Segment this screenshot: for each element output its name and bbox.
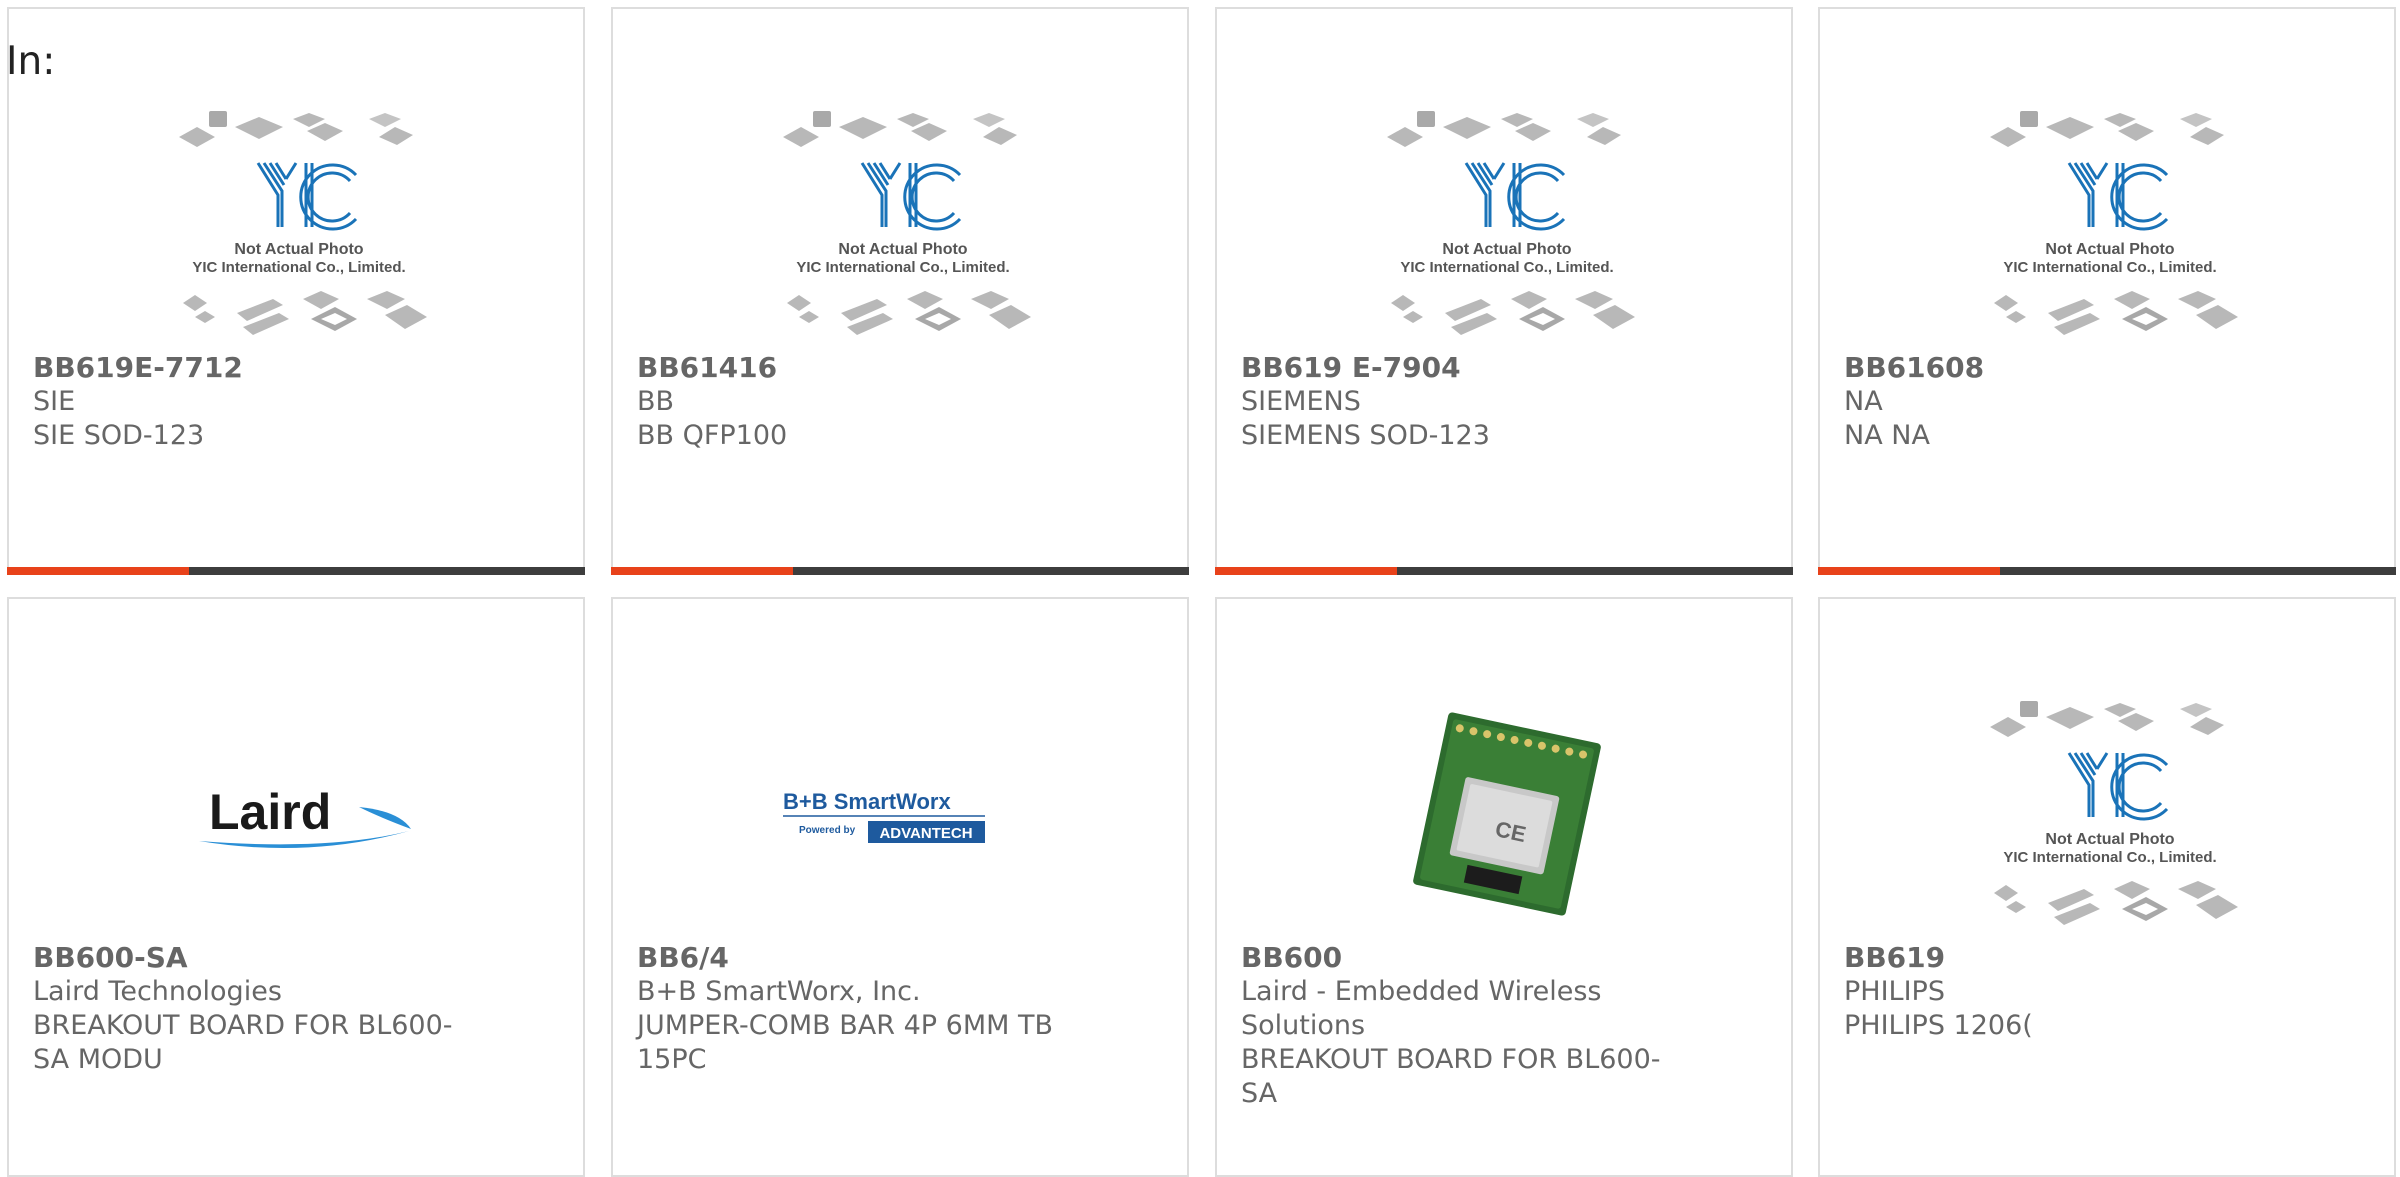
- placeholder-image: Not Actual Photo YIC International Co., …: [783, 111, 1031, 335]
- product-part-number[interactable]: BB61416: [637, 351, 777, 385]
- product-part-number[interactable]: BB619 E-7904: [1241, 351, 1461, 385]
- yic-logo: [860, 162, 962, 231]
- product-image[interactable]: Not Actual Photo YIC International Co., …: [733, 99, 1073, 349]
- product-manufacturer: NA: [1844, 386, 1883, 417]
- product-description: JUMPER-COMB BAR 4P 6MM TB 15PC: [637, 1010, 1054, 1075]
- product-manufacturer: Laird Technologies: [33, 976, 282, 1007]
- product-image[interactable]: Laird: [129, 689, 469, 939]
- product-part-number[interactable]: BB600-SA: [33, 941, 188, 975]
- product-card[interactable]: Not Actual Photo YIC International Co., …: [1215, 7, 1793, 575]
- placeholder-line2: YIC International Co., Limited.: [2003, 849, 2216, 866]
- product-image[interactable]: Not Actual Photo YIC International Co., …: [1337, 99, 1677, 349]
- svg-text:Laird: Laird: [209, 784, 331, 840]
- placeholder-line2: YIC International Co., Limited.: [2003, 259, 2216, 276]
- product-card[interactable]: Not Actual Photo YIC International Co., …: [611, 7, 1189, 575]
- card-progress-bar: [611, 567, 1189, 575]
- product-manufacturer: SIEMENS: [1241, 386, 1361, 417]
- card-progress-accent: [7, 567, 189, 575]
- product-manufacturer: BB: [637, 386, 675, 417]
- product-manufacturer: PHILIPS: [1844, 976, 1945, 1007]
- product-description: PHILIPS 1206(: [1844, 1010, 2033, 1041]
- product-image[interactable]: Not Actual Photo YIC International Co., …: [129, 99, 469, 349]
- placeholder-line1: Not Actual Photo: [1442, 241, 1571, 258]
- card-progress-accent: [611, 567, 793, 575]
- product-manufacturer: SIE: [33, 386, 76, 417]
- product-description: NA NA: [1844, 420, 1930, 451]
- svg-text:B+B SmartWorx: B+B SmartWorx: [783, 789, 951, 814]
- product-description: BREAKOUT BOARD FOR BL600-SA: [1241, 1044, 1661, 1109]
- card-progress-accent: [1215, 567, 1397, 575]
- in-heading: In:: [6, 39, 56, 84]
- product-card[interactable]: CE BB600 Laird - Embedded Wireless Solut…: [1215, 597, 1793, 1177]
- placeholder-line1: Not Actual Photo: [2045, 831, 2174, 848]
- card-progress-bar: [1215, 567, 1793, 575]
- product-part-number[interactable]: BB6/4: [637, 941, 729, 975]
- product-image[interactable]: Not Actual Photo YIC International Co., …: [1940, 689, 2280, 939]
- placeholder-line1: Not Actual Photo: [234, 241, 363, 258]
- placeholder-line1: Not Actual Photo: [2045, 241, 2174, 258]
- product-part-number[interactable]: BB619E-7712: [33, 351, 243, 385]
- product-description: SIEMENS SOD-123: [1241, 420, 1490, 451]
- svg-text:ADVANTECH: ADVANTECH: [879, 825, 972, 842]
- product-description: BB QFP100: [637, 420, 788, 451]
- card-progress-accent: [1818, 567, 2000, 575]
- card-progress-bar: [7, 567, 585, 575]
- placeholder-line2: YIC International Co., Limited.: [1400, 259, 1613, 276]
- placeholder-line2: YIC International Co., Limited.: [796, 259, 1009, 276]
- product-card[interactable]: B+B SmartWorx Powered by ADVANTECH BB6/4…: [611, 597, 1189, 1177]
- yic-logo: [256, 162, 358, 231]
- placeholder-image: Not Actual Photo YIC International Co., …: [179, 111, 427, 335]
- product-card[interactable]: Not Actual Photo YIC International Co., …: [7, 7, 585, 575]
- product-part-number[interactable]: BB619: [1844, 941, 1945, 975]
- product-image[interactable]: B+B SmartWorx Powered by ADVANTECH: [733, 689, 1073, 939]
- yic-logo: [2067, 162, 2169, 231]
- product-manufacturer: Laird - Embedded Wireless Solutions: [1241, 976, 1602, 1041]
- svg-text:Powered by: Powered by: [799, 825, 856, 836]
- placeholder-line2: YIC International Co., Limited.: [192, 259, 405, 276]
- card-progress-bar: [1818, 567, 2396, 575]
- product-part-number[interactable]: BB600: [1241, 941, 1342, 975]
- laird-logo: Laird: [199, 784, 411, 849]
- yic-logo: [2067, 752, 2169, 821]
- placeholder-line1: Not Actual Photo: [838, 241, 967, 258]
- placeholder-image: Not Actual Photo YIC International Co., …: [1990, 701, 2238, 925]
- placeholder-image: Not Actual Photo YIC International Co., …: [1387, 111, 1635, 335]
- product-card[interactable]: Not Actual Photo YIC International Co., …: [1818, 597, 2396, 1177]
- module-photo: CE: [1413, 712, 1601, 916]
- product-description: SIE SOD-123: [33, 420, 205, 451]
- product-card[interactable]: Laird BB600-SA Laird Technologies BREAKO…: [7, 597, 585, 1177]
- yic-logo: [1464, 162, 1566, 231]
- bb-smartworx-logo: B+B SmartWorx Powered by ADVANTECH: [783, 789, 985, 843]
- product-manufacturer: B+B SmartWorx, Inc.: [637, 976, 921, 1007]
- product-description: BREAKOUT BOARD FOR BL600-SA MODU: [33, 1010, 453, 1075]
- product-part-number[interactable]: BB61608: [1844, 351, 1984, 385]
- placeholder-image: Not Actual Photo YIC International Co., …: [1990, 111, 2238, 335]
- product-image[interactable]: CE: [1337, 689, 1677, 939]
- product-card[interactable]: Not Actual Photo YIC International Co., …: [1818, 7, 2396, 575]
- product-image[interactable]: Not Actual Photo YIC International Co., …: [1940, 99, 2280, 349]
